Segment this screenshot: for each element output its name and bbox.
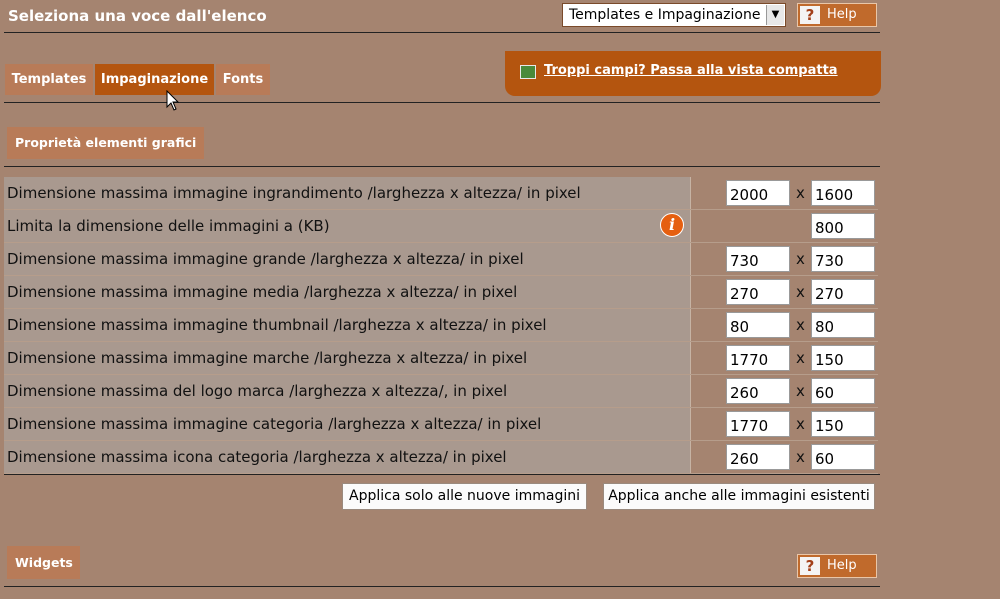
table-row: Dimensione massima immagine thumbnail /l… [4, 309, 878, 342]
width-input[interactable] [726, 312, 790, 338]
width-input[interactable] [726, 444, 790, 470]
chevron-down-icon[interactable]: ▼ [766, 5, 784, 25]
width-input[interactable] [726, 378, 790, 404]
row-label-cell: Dimensione massima del logo marca /largh… [4, 375, 690, 407]
height-input[interactable] [811, 411, 875, 437]
size-kb-input[interactable] [811, 213, 875, 239]
row-label-cell: Dimensione massima immagine media /largh… [4, 276, 690, 308]
help-question-icon: ? [800, 6, 820, 24]
cell-divider [690, 177, 691, 209]
cell-divider [690, 210, 691, 242]
mouse-cursor-icon [166, 90, 180, 111]
row-label: Dimensione massima immagine categoria /l… [7, 415, 542, 433]
height-input[interactable] [811, 279, 875, 305]
row-label: Dimensione massima del logo marca /largh… [7, 382, 508, 400]
cell-divider [690, 441, 691, 473]
section-select-value: Templates e Impaginazione [569, 7, 761, 23]
help-label: Help [827, 558, 857, 573]
row-label-cell: Limita la dimensione delle immagini a (K… [4, 210, 690, 242]
table-row: Dimensione massima del logo marca /largh… [4, 375, 878, 408]
cell-divider [690, 342, 691, 374]
cell-divider [690, 276, 691, 308]
row-label-cell: Dimensione massima immagine categoria /l… [4, 408, 690, 440]
row-label: Dimensione massima immagine ingrandiment… [7, 184, 581, 202]
height-input[interactable] [811, 180, 875, 206]
times-sign: x [796, 316, 805, 334]
row-label-cell: Dimensione massima immagine grande /larg… [4, 243, 690, 275]
table-divider [4, 474, 880, 475]
width-input[interactable] [726, 411, 790, 437]
tabs-divider [4, 102, 880, 103]
row-label-cell: Dimensione massima immagine ingrandiment… [4, 177, 690, 209]
row-label: Dimensione massima immagine media /largh… [7, 283, 518, 301]
header-divider [4, 32, 880, 33]
section-header-widgets[interactable]: Widgets [7, 546, 80, 579]
times-sign: x [796, 382, 805, 400]
apply-all-images-button[interactable]: Applica anche alle immagini esistenti [603, 483, 875, 510]
table-row: Limita la dimensione delle immagini a (K… [4, 210, 878, 243]
cell-divider [690, 243, 691, 275]
properties-table: Dimensione massima immagine ingrandiment… [4, 177, 878, 474]
compact-view-icon [520, 65, 536, 79]
cell-divider [690, 375, 691, 407]
page-title: Seleziona una voce dall'elenco [8, 7, 267, 25]
info-icon[interactable]: i [660, 213, 684, 237]
times-sign: x [796, 283, 805, 301]
height-input[interactable] [811, 345, 875, 371]
row-label-cell: Dimensione massima immagine thumbnail /l… [4, 309, 690, 341]
row-label: Dimensione massima icona categoria /larg… [7, 448, 507, 466]
apply-new-images-button[interactable]: Applica solo alle nuove immagini [342, 483, 587, 510]
help-label: Help [827, 7, 857, 22]
compact-view-banner: Troppi campi? Passa alla vista compatta [505, 51, 881, 96]
help-question-icon: ? [800, 557, 820, 575]
row-label-cell: Dimensione massima icona categoria /larg… [4, 441, 690, 473]
height-input[interactable] [811, 246, 875, 272]
table-row: Dimensione massima immagine ingrandiment… [4, 177, 878, 210]
times-sign: x [796, 184, 805, 202]
table-row: Dimensione massima immagine grande /larg… [4, 243, 878, 276]
tab-impaginazione[interactable]: Impaginazione [95, 64, 214, 95]
table-row: Dimensione massima immagine media /largh… [4, 276, 878, 309]
cell-divider [690, 408, 691, 440]
widgets-divider [4, 586, 880, 587]
table-row: Dimensione massima immagine categoria /l… [4, 408, 878, 441]
row-label: Dimensione massima immagine thumbnail /l… [7, 316, 547, 334]
section-divider [4, 166, 880, 167]
help-button-bottom[interactable]: ? Help [797, 554, 877, 578]
width-input[interactable] [726, 180, 790, 206]
times-sign: x [796, 415, 805, 433]
height-input[interactable] [811, 378, 875, 404]
compact-view-link[interactable]: Troppi campi? Passa alla vista compatta [544, 63, 838, 78]
times-sign: x [796, 448, 805, 466]
width-input[interactable] [726, 246, 790, 272]
times-sign: x [796, 349, 805, 367]
row-label: Dimensione massima immagine marche /larg… [7, 349, 528, 367]
table-row: Dimensione massima immagine marche /larg… [4, 342, 878, 375]
tab-templates[interactable]: Templates [5, 64, 93, 95]
height-input[interactable] [811, 444, 875, 470]
cell-divider [690, 309, 691, 341]
tab-fonts[interactable]: Fonts [216, 64, 270, 95]
height-input[interactable] [811, 312, 875, 338]
section-header-properties[interactable]: Proprietà elementi grafici [7, 127, 204, 159]
table-row: Dimensione massima icona categoria /larg… [4, 441, 878, 474]
width-input[interactable] [726, 279, 790, 305]
row-label-cell: Dimensione massima immagine marche /larg… [4, 342, 690, 374]
row-label: Dimensione massima immagine grande /larg… [7, 250, 524, 268]
section-select[interactable]: Templates e Impaginazione ▼ [562, 3, 786, 27]
help-button-top[interactable]: ? Help [797, 3, 877, 27]
width-input[interactable] [726, 345, 790, 371]
row-label: Limita la dimensione delle immagini a (K… [7, 217, 330, 235]
times-sign: x [796, 250, 805, 268]
